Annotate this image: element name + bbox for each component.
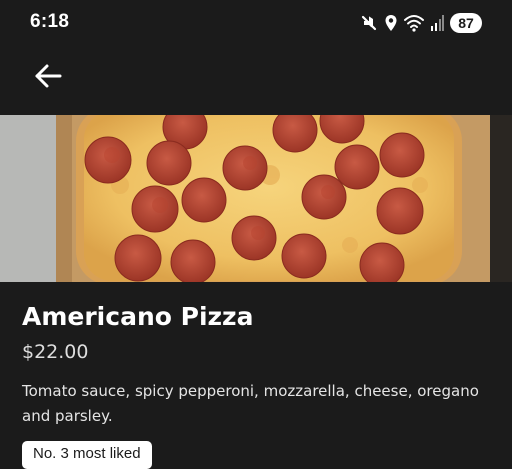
- item-photo: [0, 115, 512, 282]
- status-bar: 6:18 87: [0, 0, 512, 44]
- item-name: Americano Pizza: [22, 302, 254, 331]
- mute-icon: [360, 14, 378, 32]
- wifi-icon: [404, 14, 424, 32]
- back-button[interactable]: [30, 60, 66, 96]
- signal-icon: [430, 14, 444, 32]
- arrow-left-icon: [33, 63, 63, 93]
- location-icon: [384, 14, 398, 32]
- popularity-badge: No. 3 most liked: [22, 441, 152, 469]
- status-time: 6:18: [30, 11, 70, 32]
- item-price: $22.00: [22, 341, 89, 363]
- status-icons: 87: [360, 11, 482, 35]
- item-description: Tomato sauce, spicy pepperoni, mozzarell…: [22, 382, 479, 425]
- battery-icon: 87: [450, 13, 482, 33]
